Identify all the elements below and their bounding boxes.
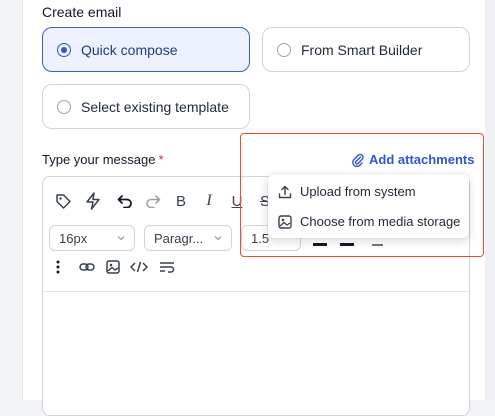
more-vertical-icon[interactable]	[51, 259, 65, 275]
message-label-text: Type your message	[42, 152, 156, 167]
undo-icon[interactable]	[115, 191, 135, 211]
option-label: Quick compose	[81, 41, 178, 58]
link-icon[interactable]	[77, 259, 97, 275]
radio-selected-icon[interactable]	[57, 42, 71, 57]
option-smart-builder[interactable]: From Smart Builder	[262, 27, 470, 72]
required-marker: *	[158, 152, 164, 167]
chevron-down-icon	[214, 236, 222, 241]
toolbar-divider	[43, 291, 469, 292]
message-label: Type your message *	[42, 152, 164, 167]
code-icon[interactable]	[129, 259, 149, 275]
text-wrap-icon[interactable]	[157, 259, 177, 275]
image-icon[interactable]	[104, 259, 122, 275]
tag-icon[interactable]	[53, 191, 73, 211]
bold-icon[interactable]: B	[171, 191, 191, 211]
option-label: From Smart Builder	[301, 41, 423, 58]
attachments-dropdown-menu: Upload from system Choose from media sto…	[268, 174, 469, 238]
menu-item-label: Upload from system	[300, 184, 416, 199]
menu-item-upload-from-system[interactable]: Upload from system	[278, 184, 416, 199]
font-size-select[interactable]: 16px	[49, 225, 135, 251]
left-background	[0, 0, 22, 400]
paragraph-select[interactable]: Paragr...	[144, 225, 232, 251]
right-background	[485, 0, 495, 400]
lightning-icon[interactable]	[83, 191, 103, 211]
section-title: Create email	[42, 4, 122, 20]
font-size-value: 16px	[59, 230, 88, 246]
paragraph-value: Paragr...	[154, 230, 204, 246]
radio-unselected-icon[interactable]	[57, 99, 71, 114]
radio-unselected-icon[interactable]	[277, 42, 291, 57]
option-label: Select existing template	[81, 98, 229, 115]
chevron-down-icon	[117, 236, 125, 241]
option-existing-template[interactable]: Select existing template	[42, 84, 250, 129]
redo-icon[interactable]	[143, 191, 163, 211]
menu-item-media-storage[interactable]: Choose from media storage	[278, 214, 460, 229]
upload-icon	[278, 185, 292, 198]
image-icon	[278, 214, 292, 229]
italic-icon[interactable]: I	[199, 191, 219, 211]
option-quick-compose[interactable]: Quick compose	[42, 27, 250, 72]
menu-item-label: Choose from media storage	[300, 214, 461, 229]
